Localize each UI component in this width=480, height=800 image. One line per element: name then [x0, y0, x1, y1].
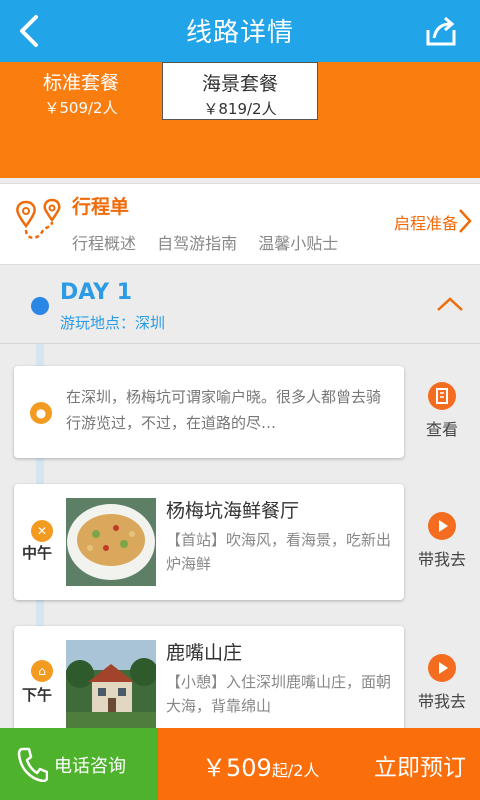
view-label: 查看 — [425, 420, 458, 439]
booking-area: ￥509起/2人 立即预订 — [158, 728, 480, 800]
stop-info: 【小憩】入住深圳鹿嘴山庄，面朝大海，背靠绵山 — [166, 673, 392, 715]
stop-name: 杨梅坑海鲜餐厅 — [166, 500, 300, 522]
hotel-icon: ⌂ — [31, 660, 53, 682]
package-name: 标准套餐 — [42, 72, 119, 94]
stop-time: 中午 — [22, 544, 53, 562]
stop-time: 下午 — [22, 686, 53, 704]
timeline-dot — [31, 297, 49, 315]
play-icon — [428, 654, 456, 682]
itinerary-title: 行程单 — [72, 196, 130, 218]
view-button[interactable]: 查看 — [408, 382, 476, 440]
chevron-up-icon[interactable] — [436, 296, 464, 312]
navigate-label: 带我去 — [417, 550, 466, 569]
package-selector: 标准套餐 ￥509/2人 海景套餐 ￥819/2人 — [0, 62, 480, 178]
link-overview[interactable]: 行程概述 — [72, 234, 136, 253]
document-icon — [428, 382, 456, 410]
restaurant-icon: ✕ — [31, 520, 53, 542]
navigate-label: 带我去 — [417, 692, 466, 711]
package-price: ￥509/2人 — [44, 99, 118, 117]
day-header[interactable]: DAY 1 游玩地点：深圳 — [0, 270, 480, 344]
link-tips[interactable]: 温馨小贴士 — [258, 234, 338, 253]
itinerary-links: 行程概述 自驾游指南 温馨小贴士 — [72, 230, 354, 254]
stop-info: 【首站】吹海风，看海景，吃新出炉海鲜 — [166, 531, 392, 573]
page-title: 线路详情 — [185, 18, 294, 48]
itinerary-card: 行程单 行程概述 自驾游指南 温馨小贴士 启程准备 — [0, 183, 480, 265]
share-icon[interactable] — [424, 14, 458, 48]
call-label: 电话咨询 — [54, 756, 126, 777]
link-driving-guide[interactable]: 自驾游指南 — [157, 234, 237, 253]
package-standard[interactable]: 标准套餐 ￥509/2人 — [0, 62, 162, 120]
total-price: ￥509起/2人 — [202, 748, 319, 783]
price-suffix: 起/2人 — [271, 761, 320, 780]
stop-card-restaurant[interactable]: ✕ 中午 杨梅坑海鲜餐厅 【首站】吹海风，看海景，吃新出炉海鲜 — [14, 484, 404, 600]
restaurant-photo — [66, 498, 156, 586]
intro-description: 在深圳，杨梅坑可谓家喻户晓。很多人都曾去骑行游览过，不过，在道路的尽… — [66, 388, 382, 432]
chevron-right-icon — [459, 209, 472, 233]
prep-link[interactable]: 启程准备 — [394, 210, 458, 234]
call-button[interactable]: 电话咨询 — [0, 728, 158, 800]
package-price: ￥819/2人 — [203, 100, 277, 118]
stop-name: 鹿嘴山庄 — [166, 642, 243, 664]
package-seaview[interactable]: 海景套餐 ￥819/2人 — [162, 62, 318, 120]
book-now-button[interactable]: 立即预订 — [374, 748, 466, 782]
phone-icon — [17, 747, 48, 782]
intro-card[interactable]: ● 在深圳，杨梅坑可谓家喻户晓。很多人都曾去骑行游览过，不过，在道路的尽… — [14, 366, 404, 458]
stop-card-villa[interactable]: ⌂ 下午 鹿嘴山庄 【小憩】入住深圳鹿嘴山庄，面朝大海，背靠绵山 — [14, 626, 404, 736]
navigate-button[interactable]: 带我去 — [408, 654, 476, 712]
day-place: 游玩地点：深圳 — [60, 314, 166, 332]
villa-photo — [66, 640, 156, 728]
location-pin-icon: ● — [30, 402, 52, 424]
app-header: 线路详情 — [0, 0, 480, 62]
navigate-button[interactable]: 带我去 — [408, 512, 476, 570]
day-title: DAY 1 — [60, 280, 133, 305]
bottom-bar: 电话咨询 ￥509起/2人 立即预订 — [0, 728, 480, 800]
package-name: 海景套餐 — [201, 73, 278, 95]
route-map-icon — [16, 198, 61, 239]
play-icon — [428, 512, 456, 540]
price-main: ￥509 — [202, 754, 272, 782]
